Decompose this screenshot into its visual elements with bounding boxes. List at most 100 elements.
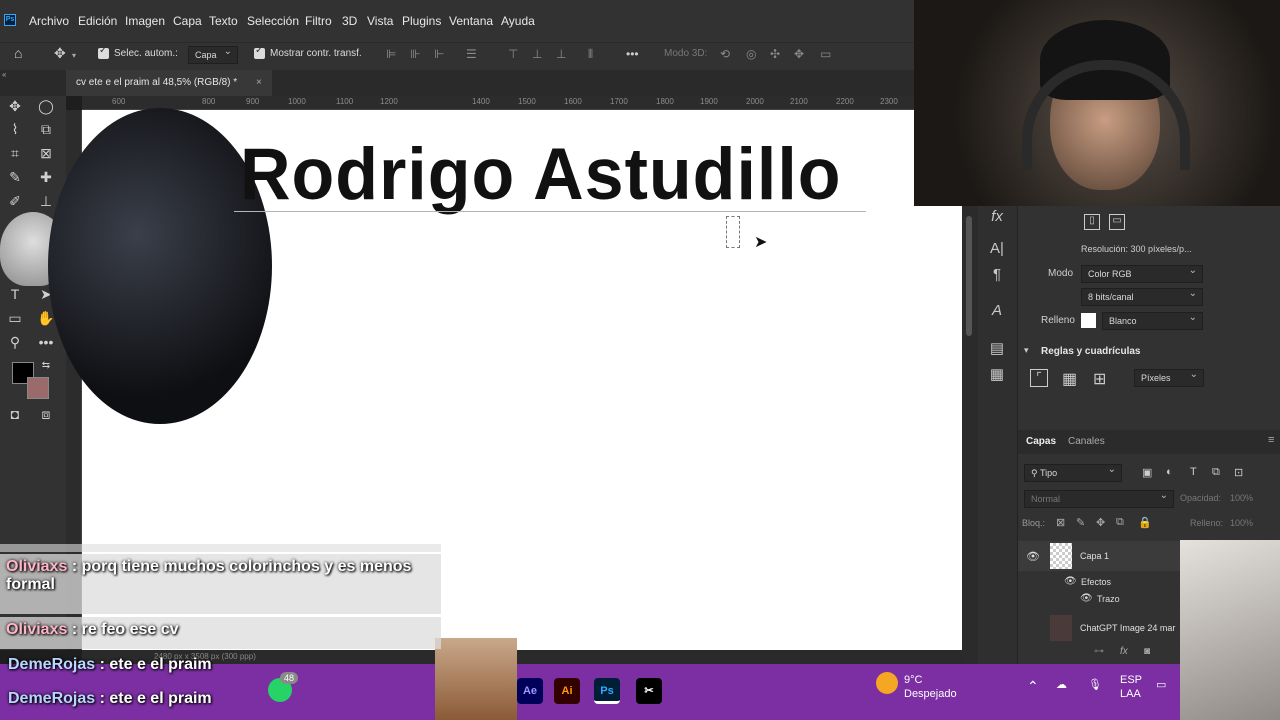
fill-dropdown[interactable]: Blanco <box>1102 312 1203 330</box>
crop-tool-icon[interactable]: ⌗ <box>5 143 25 163</box>
menu-imagen[interactable]: Imagen <box>125 14 165 28</box>
menu-edicion[interactable]: Edición <box>78 14 117 28</box>
canvas-heading-text[interactable]: Rodrigo Astudillo <box>240 132 842 216</box>
lock-all-icon[interactable]: 🔒 <box>1138 516 1152 529</box>
menu-ayuda[interactable]: Ayuda <box>501 14 535 28</box>
distribute-vertical-icon[interactable]: ⫴ <box>588 47 602 61</box>
scale-3d-icon[interactable]: ▭ <box>820 47 834 61</box>
auto-select-checkbox[interactable] <box>98 45 109 59</box>
type-filter-icon[interactable]: T <box>1190 466 1197 478</box>
rectangle-tool-icon[interactable]: ▭ <box>5 308 25 328</box>
add-mask-icon[interactable]: ◙ <box>1144 646 1150 657</box>
move-tool-icon[interactable]: ✥ <box>54 45 68 61</box>
menu-texto[interactable]: Texto <box>209 14 238 28</box>
close-tab-icon[interactable]: × <box>256 77 262 88</box>
menu-ventana[interactable]: Ventana <box>449 14 493 28</box>
color-mode-dropdown[interactable]: Color RGB <box>1081 265 1203 283</box>
panel-menu-icon[interactable]: ≡ <box>1268 434 1274 446</box>
stamp-tool-icon[interactable]: ⊥ <box>36 191 56 211</box>
swap-colors-icon[interactable]: ⇆ <box>36 356 56 376</box>
blend-mode-dropdown[interactable]: Normal <box>1024 490 1174 508</box>
chevron-up-icon[interactable]: ⌃ <box>1027 678 1039 695</box>
layer-filter-dropdown[interactable]: ⚲ Tipo <box>1024 464 1122 482</box>
photoshop-app[interactable]: Ps <box>594 678 620 704</box>
notes-icon[interactable]: ▦ <box>988 366 1006 384</box>
eye-icon[interactable]: 👁 <box>1080 593 1093 604</box>
language-top[interactable]: ESP <box>1120 674 1142 686</box>
auto-select-dropdown[interactable]: Capa <box>188 46 238 64</box>
glyphs-icon[interactable]: A <box>988 302 1006 320</box>
menu-archivo[interactable]: Archivo <box>29 14 69 28</box>
microphone-icon[interactable]: 🎙 <box>1088 678 1102 691</box>
more-options-icon[interactable]: ••• <box>626 47 640 61</box>
pan-3d-icon[interactable]: ✣ <box>770 47 784 61</box>
character-icon[interactable]: A| <box>988 240 1006 258</box>
landscape-orientation-icon[interactable]: ▭ <box>1109 214 1125 230</box>
opacity-value[interactable]: 100% <box>1230 493 1253 503</box>
background-color-swatch[interactable] <box>27 377 49 399</box>
lock-pixels-icon[interactable]: ✎ <box>1076 516 1085 529</box>
paragraph-icon[interactable]: ¶ <box>988 266 1006 284</box>
weather-desc[interactable]: Despejado <box>904 688 957 700</box>
home-icon[interactable]: ⌂ <box>14 45 28 61</box>
marquee-tool-icon[interactable]: ◯ <box>36 96 56 116</box>
align-right-icon[interactable]: ⊩ <box>434 47 448 61</box>
align-left-icon[interactable]: ⊫ <box>386 47 400 61</box>
fill-opacity-value[interactable]: 100% <box>1230 518 1253 528</box>
align-top-icon[interactable]: ⊤ <box>508 47 522 61</box>
lock-transparent-icon[interactable]: ⊠ <box>1056 516 1065 529</box>
units-dropdown[interactable]: Píxeles <box>1134 369 1204 387</box>
lock-position-icon[interactable]: ✥ <box>1096 516 1105 529</box>
menu-plugins[interactable]: Plugins <box>402 14 441 28</box>
type-tool-icon[interactable]: T <box>5 284 25 304</box>
zoom-tool-icon[interactable]: ⚲ <box>5 332 25 352</box>
chevron-down-icon[interactable]: ▾ <box>72 51 86 63</box>
screen-icon[interactable]: ▭ <box>1156 678 1166 691</box>
link-layers-icon[interactable]: ⊶ <box>1094 646 1104 657</box>
align-middle-icon[interactable]: ⊥ <box>532 47 546 61</box>
slide-3d-icon[interactable]: ✥ <box>794 47 808 61</box>
tab-channels[interactable]: Canales <box>1068 436 1105 447</box>
menu-capa[interactable]: Capa <box>173 14 202 28</box>
chevron-down-icon[interactable]: ▾ <box>1024 345 1029 356</box>
more-tools-icon[interactable]: ••• <box>36 332 56 352</box>
eye-icon[interactable]: 👁 <box>1026 550 1040 563</box>
add-style-icon[interactable]: fx <box>1120 646 1128 657</box>
collapse-panels-icon[interactable]: « <box>2 70 6 79</box>
network-icon[interactable]: ☁ <box>1056 678 1067 691</box>
smart-object-filter-icon[interactable]: ⊡ <box>1234 466 1243 479</box>
weather-temp[interactable]: 9°C <box>904 674 922 686</box>
frame-tool-icon[interactable]: ⊠ <box>36 143 56 163</box>
align-bottom-icon[interactable]: ⊥ <box>556 47 570 61</box>
brush-tool-icon[interactable]: ✐ <box>5 191 25 211</box>
shape-filter-icon[interactable]: ⧉ <box>1212 466 1220 479</box>
menu-vista[interactable]: Vista <box>367 14 393 28</box>
fx-icon[interactable]: fx <box>988 208 1006 226</box>
fill-swatch[interactable] <box>1081 313 1096 328</box>
after-effects-app[interactable]: Ae <box>517 678 543 704</box>
quick-mask-icon[interactable]: ◘ <box>5 404 25 424</box>
image-filter-icon[interactable]: ▣ <box>1142 466 1152 479</box>
panel-scrollbar[interactable] <box>962 206 978 664</box>
object-select-icon[interactable]: ⧉ <box>36 119 56 139</box>
align-center-icon[interactable]: ⊪ <box>410 47 424 61</box>
adjustment-filter-icon[interactable]: ◐ <box>1166 466 1173 478</box>
orbit-3d-icon[interactable]: ⟲ <box>720 47 734 61</box>
screen-mode-icon[interactable]: ⧈ <box>36 404 56 424</box>
lasso-tool-icon[interactable]: ⌇ <box>5 119 25 139</box>
eyedropper-icon[interactable]: ✎ <box>5 167 25 187</box>
menu-3d[interactable]: 3D <box>342 14 357 28</box>
move-tool-icon[interactable]: ✥ <box>5 96 25 116</box>
tab-layers[interactable]: Capas <box>1026 436 1056 447</box>
menu-filtro[interactable]: Filtro <box>305 14 332 28</box>
libraries-icon[interactable]: ▤ <box>988 340 1006 358</box>
roll-3d-icon[interactable]: ◎ <box>746 47 760 61</box>
scroll-thumb[interactable] <box>966 216 972 336</box>
bit-depth-dropdown[interactable]: 8 bits/canal <box>1081 288 1203 306</box>
show-transform-checkbox[interactable] <box>254 45 265 59</box>
healing-brush-icon[interactable]: ✚ <box>36 167 56 187</box>
capcut-icon[interactable]: ✂ <box>636 678 662 704</box>
guides-icon[interactable]: ⊞ <box>1093 369 1106 389</box>
illustrator-app[interactable]: Ai <box>554 678 580 704</box>
document-tab[interactable]: cv ete e el praim al 48,5% (RGB/8) * × <box>66 70 272 96</box>
